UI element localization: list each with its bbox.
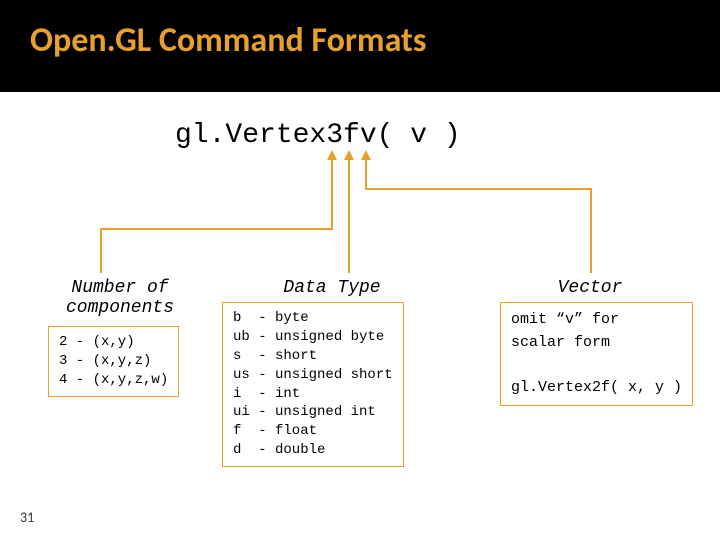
cmd-arg: v	[393, 120, 443, 151]
arrow-head-num	[327, 150, 337, 160]
mid-title: Data Type	[252, 278, 412, 298]
page-title: Open.GL Command Formats	[30, 20, 690, 61]
cmd-type: f	[343, 120, 360, 151]
command-expression: gl.Vertex3fv( v )	[175, 120, 461, 151]
cmd-close: )	[444, 120, 461, 151]
drop-mid	[348, 208, 350, 273]
riser-num	[331, 160, 333, 230]
page-number: 31	[20, 509, 34, 526]
h-right	[365, 188, 590, 190]
riser-vec	[365, 160, 367, 190]
arrow-head-type	[344, 150, 354, 160]
right-title: Vector	[540, 278, 640, 298]
header-bar: Open.GL Command Formats	[0, 0, 720, 92]
riser-type	[348, 160, 350, 210]
cmd-open: (	[377, 120, 394, 151]
arrow-head-vec	[361, 150, 371, 160]
drop-right	[590, 188, 592, 273]
left-box: 2 - (x,y) 3 - (x,y,z) 4 - (x,y,z,w)	[48, 326, 179, 397]
drop-left	[100, 228, 102, 273]
cmd-prefix: gl.Vertex	[175, 120, 326, 151]
left-title: Number of components	[55, 278, 185, 318]
right-box: omit “v” for scalar form gl.Vertex2f( x,…	[500, 302, 693, 406]
h-left	[100, 228, 333, 230]
cmd-vec: v	[360, 120, 377, 151]
mid-box: b - byte ub - unsigned byte s - short us…	[222, 302, 404, 467]
cmd-num: 3	[326, 120, 343, 151]
